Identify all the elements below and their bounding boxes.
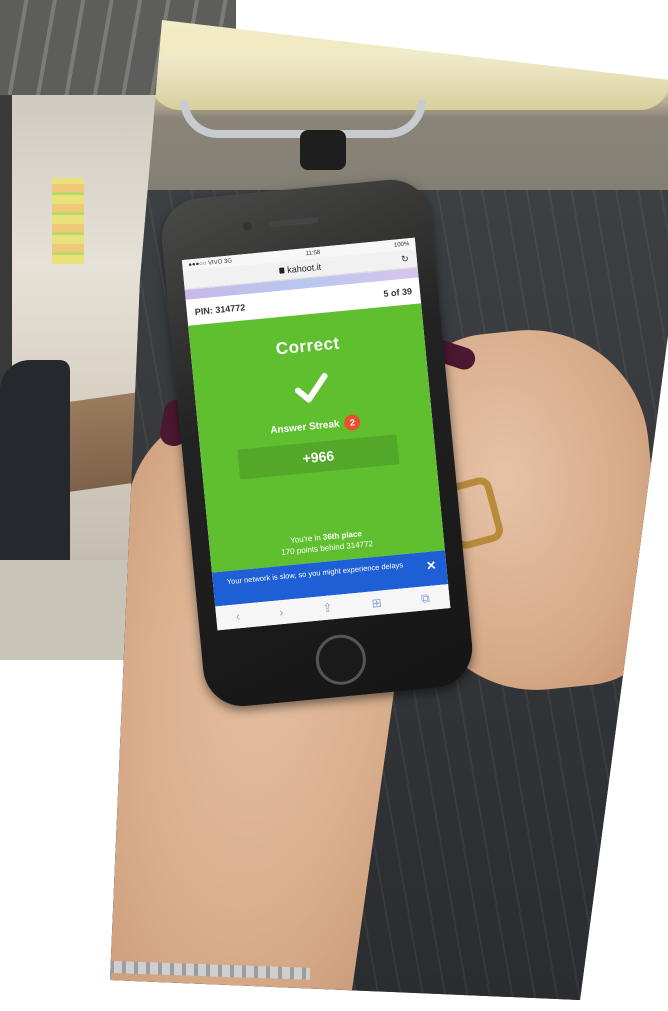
points-earned: +966 xyxy=(237,434,400,480)
clock: 11:58 xyxy=(305,249,321,257)
share-icon[interactable]: ⇪ xyxy=(322,600,333,615)
home-button[interactable] xyxy=(313,632,369,687)
result-title: Correct xyxy=(274,333,341,359)
url-text: kahoot.it xyxy=(286,261,322,276)
chair-wheel xyxy=(300,130,346,170)
question-progress: 5 of 39 xyxy=(383,286,413,299)
earpiece-speaker xyxy=(268,216,319,228)
game-pin: PIN: 314772 xyxy=(194,302,246,318)
sticky-notes xyxy=(52,178,84,264)
checkmark-icon xyxy=(292,369,331,408)
battery-label: 100% xyxy=(393,240,410,249)
main-photo: ●●●○○ VIVO 3G 11:58 100% kahoot.it ↻ PIN… xyxy=(110,20,668,1000)
close-icon[interactable]: ✕ xyxy=(426,558,437,573)
reload-icon[interactable]: ↻ xyxy=(401,253,410,265)
back-icon[interactable]: ‹ xyxy=(235,609,240,623)
front-camera xyxy=(242,221,253,232)
smartphone: ●●●○○ VIVO 3G 11:58 100% kahoot.it ↻ PIN… xyxy=(158,176,476,710)
phone-screen: ●●●○○ VIVO 3G 11:58 100% kahoot.it ↻ PIN… xyxy=(181,237,451,631)
forward-icon[interactable]: › xyxy=(279,605,284,619)
answer-streak: Answer Streak 2 xyxy=(198,407,432,445)
tabs-icon[interactable]: ⧉ xyxy=(420,590,430,606)
lock-icon xyxy=(279,267,285,274)
streak-badge: 2 xyxy=(343,413,362,432)
streak-label: Answer Streak xyxy=(269,418,341,436)
bookmarks-icon[interactable]: ⊞ xyxy=(371,596,382,611)
result-panel: Correct Answer Streak 2 +966 You're in 3… xyxy=(188,303,445,573)
